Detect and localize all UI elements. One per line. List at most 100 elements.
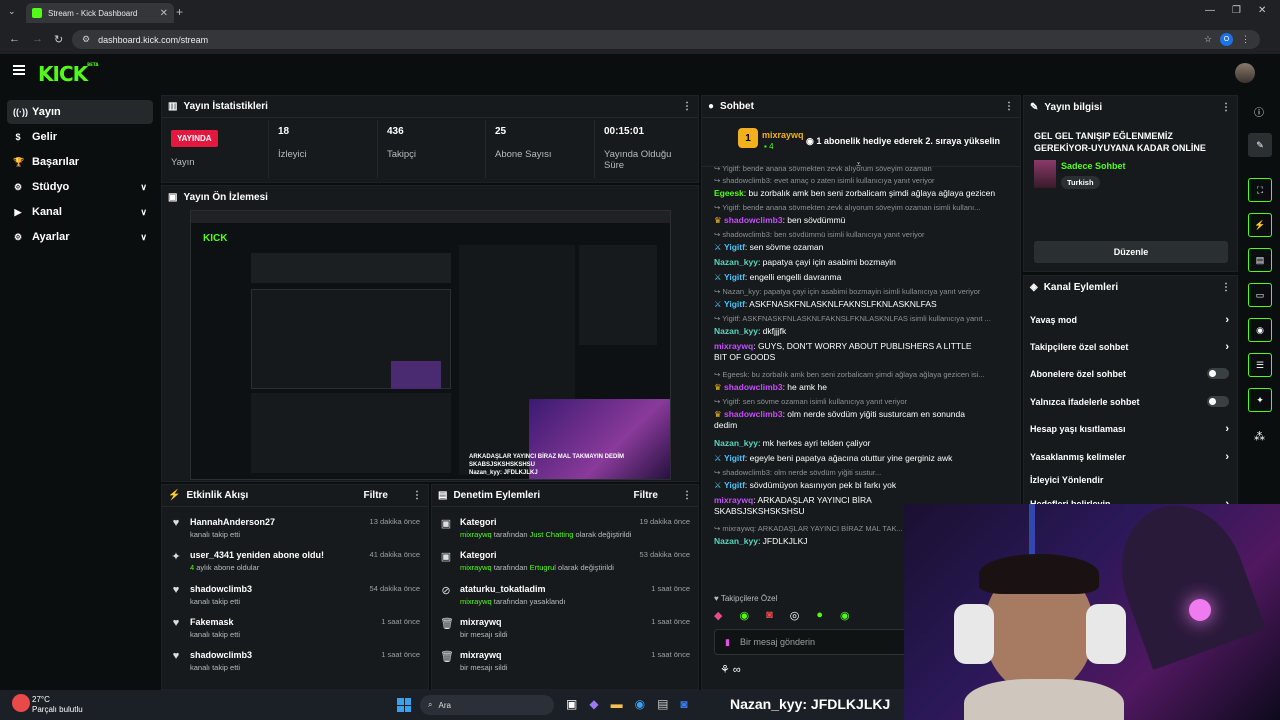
chat-reply-context: ↪ Yigitf: ASKFNASKFNLASKNLFAKNSLFKNLASKN…: [714, 314, 1004, 324]
chat-username[interactable]: shadowclimb3: [724, 215, 783, 225]
moderation-item-text: tarafından yasaklandı: [493, 597, 566, 606]
close-window-icon[interactable]: ✕: [1258, 5, 1266, 16]
site-info-icon[interactable]: ⚙: [82, 34, 90, 45]
broadcast-icon[interactable]: ◉: [1248, 318, 1272, 342]
bookmark-star-icon[interactable]: ☆: [1204, 34, 1212, 45]
document-icon[interactable]: ▤: [1248, 248, 1272, 272]
outlook-icon[interactable]: ◙: [680, 697, 687, 711]
task-view-icon[interactable]: ▣: [566, 697, 577, 711]
sidebar-item-studyo[interactable]: ⚙ Stüdyo ∨: [7, 175, 153, 199]
action-slow-mode[interactable]: Yavaş mod ›: [1030, 314, 1229, 326]
kick-logo[interactable]: KICKBETA: [38, 62, 98, 86]
crown-badge-icon: ♛: [714, 382, 724, 392]
chat-username[interactable]: Nazan_kyy: [714, 257, 758, 267]
activity-filter-button[interactable]: Filtre: [364, 490, 388, 501]
profile-icon[interactable]: O: [1220, 33, 1233, 46]
edit-button[interactable]: Düzenle: [1034, 241, 1228, 263]
sidebar-item-basarilar[interactable]: 🏆 Başarılar: [7, 150, 153, 174]
back-icon[interactable]: ←: [9, 33, 20, 45]
chat-username[interactable]: mixraywq: [714, 495, 753, 505]
moderation-filter-button[interactable]: Filtre: [634, 490, 658, 501]
emote-icon[interactable]: ◎: [790, 609, 800, 622]
menu-icon[interactable]: ⋮: [1241, 34, 1250, 45]
chat-message-text: : dkfjjjfk: [757, 326, 787, 336]
forward-icon[interactable]: →: [32, 33, 43, 45]
taskbar-search[interactable]: ⌕ Ara: [420, 695, 554, 715]
chat-username[interactable]: mixraywq: [714, 341, 753, 351]
emote-icon[interactable]: ◉: [840, 609, 850, 622]
minimize-icon[interactable]: —: [1205, 5, 1215, 16]
wrench-icon[interactable]: ✦: [1248, 388, 1272, 412]
reload-icon[interactable]: ↻: [54, 33, 63, 46]
hamburger-menu-icon[interactable]: [13, 65, 25, 75]
browser-tab[interactable]: Stream - Kick Dashboard ✕: [26, 3, 174, 23]
emotes-only-toggle[interactable]: [1207, 396, 1229, 407]
store-icon[interactable]: ▤: [657, 697, 668, 711]
info-icon[interactable]: ⓘ: [1254, 104, 1264, 119]
chat-icon[interactable]: ▭: [1248, 283, 1272, 307]
emote-icon[interactable]: ◆: [714, 609, 722, 622]
category-name[interactable]: Sadece Sohbet: [1061, 161, 1126, 171]
stream-preview-video[interactable]: KICK ARKADAŞLAR YAYINCI BİRAZ MAL TAKMAY…: [190, 210, 671, 480]
more-options-icon[interactable]: ⋮: [1221, 102, 1231, 113]
pinned-user[interactable]: mixraywq: [762, 130, 804, 140]
stream-overlay-text: Nazan_kyy: JFDLKJLKJ: [730, 696, 891, 712]
more-options-icon[interactable]: ⋮: [682, 490, 692, 501]
action-host-viewers[interactable]: İzleyici Yönlendir: [1030, 475, 1229, 485]
action-account-age[interactable]: Hesap yaşı kısıtlaması ›: [1030, 423, 1229, 435]
sidebar-item-gelir[interactable]: $ Gelir: [7, 125, 153, 149]
windows-start-icon[interactable]: [397, 698, 411, 712]
chat-settings-icon[interactable]: ⚘ ∞: [720, 663, 741, 676]
tab-list-icon[interactable]: ⌄: [8, 6, 16, 17]
close-tab-icon[interactable]: ✕: [160, 8, 168, 19]
chat-username[interactable]: shadowclimb3: [724, 409, 783, 419]
lightning-icon[interactable]: ⚡: [1248, 213, 1272, 237]
sidebar-item-yayin[interactable]: ((·)) Yayın: [7, 100, 153, 124]
layers-icon[interactable]: ☰: [1248, 353, 1272, 377]
clip-icon[interactable]: ⛶: [1248, 178, 1272, 202]
maximize-icon[interactable]: ❐: [1232, 5, 1241, 16]
chevron-right-icon: ›: [1225, 423, 1229, 435]
emote-icon[interactable]: ◉: [739, 609, 749, 622]
chat-username[interactable]: Egeesk: [714, 188, 744, 198]
pinned-count: ▪ 4: [764, 142, 774, 151]
chat-username[interactable]: Yigitf: [724, 242, 745, 252]
more-options-icon[interactable]: ⋮: [412, 490, 422, 501]
chat-username[interactable]: Nazan_kyy: [714, 536, 758, 546]
more-options-icon[interactable]: ⋮: [682, 101, 692, 112]
chat-username[interactable]: shadowclimb3: [724, 382, 783, 392]
chat-username[interactable]: Yigitf: [724, 272, 745, 282]
address-bar[interactable]: ⚙ dashboard.kick.com/stream ☆ O ⋮: [72, 30, 1260, 49]
subscribers-only-toggle[interactable]: [1207, 368, 1229, 379]
action-banned-words[interactable]: Yasaklanmış kelimeler ›: [1030, 451, 1229, 463]
chat-reply-context: ↪ shadowclimb3: evet amaç o zaten isimli…: [714, 176, 1004, 186]
action-emotes-only[interactable]: Yalnızca ifadelerle sohbet: [1030, 396, 1229, 407]
stats-title: Yayın İstatistikleri: [183, 101, 268, 112]
chat-username[interactable]: Yigitf: [724, 480, 745, 490]
emote-icon[interactable]: ●: [816, 609, 823, 622]
sidebar-item-kanal[interactable]: ▶ Kanal ∨: [7, 200, 153, 224]
new-tab-icon[interactable]: +: [176, 5, 183, 19]
subs-stat: 25 Abone Sayısı: [495, 126, 552, 160]
more-options-icon[interactable]: ⋮: [1004, 101, 1014, 112]
sidebar-item-ayarlar[interactable]: ⚙ Ayarlar ∨: [7, 225, 153, 249]
action-followers-only[interactable]: Takipçilere özel sohbet ›: [1030, 341, 1229, 353]
edge-icon[interactable]: ◉: [635, 697, 645, 711]
chat-username[interactable]: Nazan_kyy: [714, 326, 758, 336]
file-explorer-icon[interactable]: ▬: [611, 697, 623, 711]
user-avatar[interactable]: [1235, 63, 1255, 83]
chevron-down-icon: ∨: [140, 231, 147, 242]
widgets-icon[interactable]: ⁂: [1254, 430, 1265, 443]
edit-layout-icon[interactable]: ✎: [1248, 133, 1272, 157]
chat-username[interactable]: Nazan_kyy: [714, 438, 758, 448]
chat-message-text: : papatya çayi için asabimi bozmayin: [757, 257, 896, 267]
more-options-icon[interactable]: ⋮: [1221, 282, 1231, 293]
chat-username[interactable]: Yigitf: [724, 453, 745, 463]
chat-mode-label: ♥ Takipçilere Özel: [714, 594, 778, 603]
weather-widget[interactable]: 27°C Parçalı bulutlu: [32, 695, 83, 716]
action-subscribers-only[interactable]: Abonelere özel sohbet: [1030, 368, 1229, 379]
copilot-icon[interactable]: ◆: [589, 697, 598, 711]
chat-username[interactable]: Yigitf: [724, 299, 745, 309]
stat-label: Takipçi: [387, 149, 417, 160]
emote-icon[interactable]: ◙: [766, 609, 773, 622]
